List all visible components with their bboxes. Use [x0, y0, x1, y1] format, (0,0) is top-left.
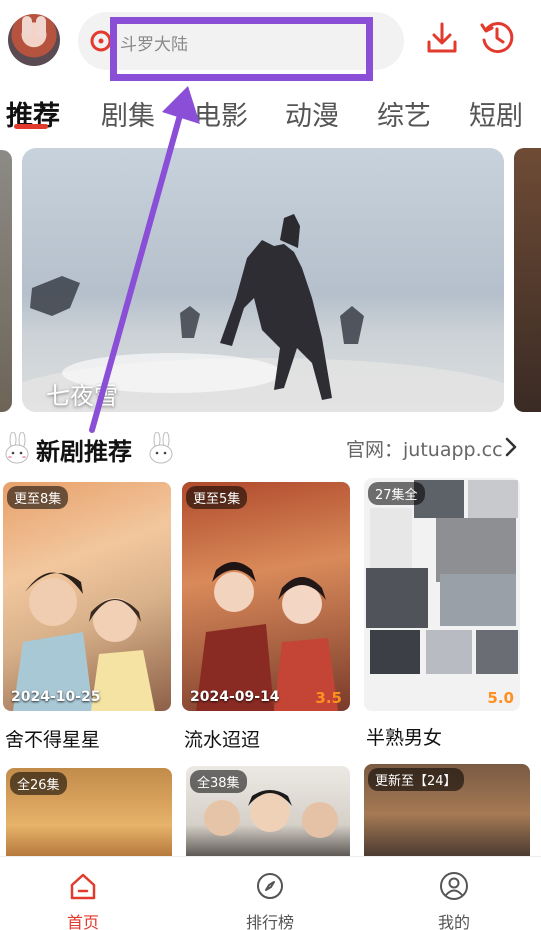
nav-ranking[interactable]: 排行榜 [225, 857, 315, 930]
tab-short-drama[interactable]: 短剧 [469, 94, 523, 133]
highlight-box [110, 17, 373, 81]
avatar[interactable] [8, 14, 60, 66]
tab-anime[interactable]: 动漫 [285, 94, 339, 133]
nav-label: 排行榜 [245, 913, 294, 930]
poster-image: 更新至【24】 [364, 764, 530, 864]
poster-image: 27集全 5.0 [364, 478, 520, 711]
release-date: 2024-09-14 [190, 689, 280, 705]
poster-image: 更至8集 2024-10-25 [3, 482, 171, 711]
nav-home[interactable]: 首页 [38, 857, 128, 930]
poster-image: 更至5集 2024-09-14 3.5 [182, 482, 350, 711]
official-site-link[interactable]: 官网：jutuapp.cc [346, 435, 503, 462]
tab-variety[interactable]: 综艺 [377, 94, 431, 133]
card-title: 流水迢迢 [184, 729, 261, 751]
home-icon [70, 873, 96, 900]
category-tabs: 推荐 剧集 电影 动漫 综艺 短剧 [0, 94, 541, 134]
nav-label: 我的 [437, 913, 470, 930]
poster-image: 全38集 [186, 766, 350, 864]
banner-next-peek[interactable] [514, 148, 541, 412]
bottom-navigation: 首页 排行榜 我的 [0, 856, 541, 930]
nav-mine[interactable]: 我的 [409, 857, 499, 930]
nav-label: 首页 [66, 913, 99, 930]
history-icon[interactable] [478, 18, 516, 56]
poster-image: 全26集 [6, 768, 172, 864]
episode-badge: 更新至【24】 [368, 768, 464, 791]
episode-badge: 更至5集 [186, 486, 248, 509]
bunny-icon [5, 432, 29, 464]
banner-prev-peek[interactable] [0, 150, 12, 412]
rating-score: 3.5 [315, 689, 342, 707]
episode-badge: 全38集 [190, 770, 247, 793]
banner-title: 七夜雪 [46, 382, 118, 410]
episode-badge: 更至8集 [7, 486, 69, 509]
download-icon[interactable] [424, 20, 460, 56]
tab-series[interactable]: 剧集 [101, 94, 155, 133]
user-icon [440, 872, 468, 900]
rating-score: 5.0 [487, 689, 514, 707]
episode-badge: 27集全 [368, 482, 425, 505]
release-date: 2024-10-25 [11, 689, 101, 705]
bunny-icon [149, 432, 173, 464]
section-title: 新剧推荐 [36, 438, 132, 466]
compass-icon [257, 873, 283, 899]
card-title: 舍不得星星 [5, 729, 101, 751]
active-tab-indicator [14, 124, 48, 129]
chevron-right-icon[interactable] [504, 436, 518, 458]
card-title: 半熟男女 [366, 727, 443, 749]
tab-movie[interactable]: 电影 [194, 94, 248, 133]
episode-badge: 全26集 [10, 772, 67, 795]
banner-carousel[interactable]: 七夜雪 [22, 148, 504, 412]
banner-image [22, 214, 504, 412]
section-header: 新剧推荐 官网：jutuapp.cc [0, 428, 541, 470]
